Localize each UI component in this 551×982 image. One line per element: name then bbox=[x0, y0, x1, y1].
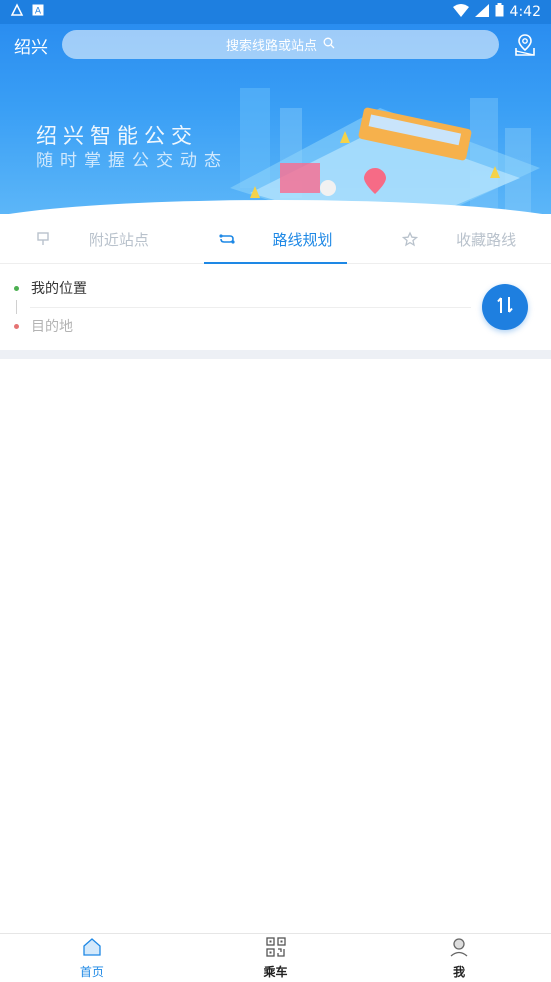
destination-field[interactable]: 目的地 bbox=[14, 316, 73, 336]
nav-home[interactable]: 首页 bbox=[0, 934, 184, 982]
star-icon bbox=[402, 231, 419, 247]
origin-label: 我的位置 bbox=[31, 281, 87, 297]
section-divider bbox=[0, 350, 551, 359]
bus-stop-icon bbox=[35, 231, 51, 247]
nav-label: 我 bbox=[453, 965, 466, 979]
battery-icon bbox=[495, 3, 504, 21]
search-icon bbox=[323, 37, 335, 53]
wifi-icon bbox=[452, 3, 469, 21]
swap-icon bbox=[496, 295, 514, 319]
field-divider bbox=[30, 307, 471, 308]
search-placeholder: 搜索线路或站点 bbox=[225, 39, 317, 54]
app-icon bbox=[10, 3, 24, 21]
banner-subtitle: 随时掌握公交动态 bbox=[36, 151, 228, 171]
svg-text:A: A bbox=[35, 7, 42, 17]
status-time: 4:42 bbox=[509, 4, 541, 20]
bus-illustration bbox=[230, 88, 540, 214]
qr-code-icon bbox=[265, 936, 287, 961]
swap-button[interactable] bbox=[482, 284, 528, 330]
map-pin-icon[interactable] bbox=[513, 33, 537, 57]
bottom-nav: 首页 乘车 我 bbox=[0, 933, 551, 982]
home-icon bbox=[81, 936, 103, 961]
top-bar: 绍兴 搜索线路或站点 bbox=[0, 24, 551, 66]
tab-saved-routes[interactable]: 收藏路线 bbox=[367, 215, 551, 263]
destination-dot bbox=[14, 323, 19, 329]
route-plan-panel: 我的位置 目的地 bbox=[0, 264, 551, 350]
origin-field[interactable]: 我的位置 bbox=[14, 278, 87, 298]
tab-nearby-stops[interactable]: 附近站点 bbox=[0, 215, 184, 263]
user-icon bbox=[448, 936, 470, 961]
nav-me[interactable]: 我 bbox=[367, 934, 551, 982]
nav-ride[interactable]: 乘车 bbox=[184, 934, 368, 982]
tab-label: 收藏路线 bbox=[456, 230, 517, 249]
destination-placeholder: 目的地 bbox=[31, 319, 73, 335]
status-bar: A 4:42 bbox=[0, 0, 551, 24]
origin-dot bbox=[14, 285, 19, 291]
banner: 绍兴 搜索线路或站点 绍兴智能公交 随时掌握公交动态 bbox=[0, 24, 551, 214]
tab-route-planning[interactable]: 路线规划 bbox=[184, 215, 368, 264]
tab-label: 路线规划 bbox=[272, 230, 333, 249]
tab-label: 附近站点 bbox=[88, 230, 149, 249]
signal-icon bbox=[474, 3, 489, 21]
a-icon: A bbox=[32, 4, 44, 20]
search-bar[interactable]: 搜索线路或站点 bbox=[62, 30, 499, 59]
tab-bar: 附近站点 路线规划 收藏路线 bbox=[0, 215, 551, 264]
nav-label: 首页 bbox=[79, 965, 104, 979]
route-icon bbox=[218, 231, 235, 247]
route-connector bbox=[16, 300, 17, 314]
city-selector[interactable]: 绍兴 bbox=[14, 33, 58, 58]
nav-label: 乘车 bbox=[263, 965, 288, 979]
